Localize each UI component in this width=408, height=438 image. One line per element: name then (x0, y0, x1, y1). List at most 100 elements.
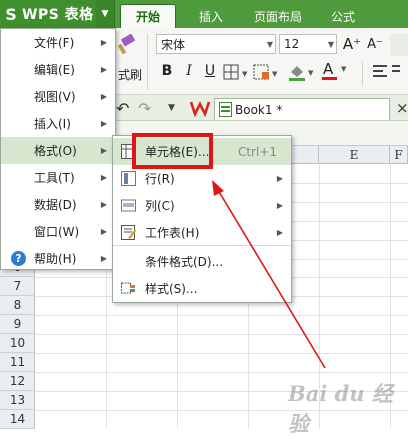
submenu-item-label: 工作表(H) (145, 225, 200, 240)
chevron-right-icon: ▶ (100, 119, 107, 128)
font-size-select[interactable]: 12 ▼ (279, 34, 337, 54)
chevron-right-icon: ▶ (100, 92, 107, 101)
wps-logo-icon: S (5, 4, 17, 24)
font-name-value: 宋体 (161, 37, 186, 52)
menu-item-view[interactable]: 视图(V) ▶ (1, 83, 115, 110)
customize-toolbar-icon[interactable]: ▼ (168, 103, 175, 113)
chevron-right-icon: ▶ (100, 65, 107, 74)
svg-text:▼: ▼ (272, 70, 278, 78)
menu-item-label: 数据(D) (34, 198, 77, 212)
tab-formulas[interactable]: 公式 (318, 4, 368, 28)
grid-line (35, 353, 408, 354)
chevron-right-icon: ▶ (276, 174, 283, 183)
menu-item-format[interactable]: 格式(O) ▶ (1, 137, 115, 164)
document-tab-label: Book1 * (235, 102, 283, 117)
submenu-item-column[interactable]: 列(C) ▶ (113, 192, 291, 219)
merge-cells-icon[interactable]: ▼ (253, 63, 281, 81)
app-title: WPS 表格 (22, 7, 94, 23)
submenu-item-style[interactable]: 样式(S)... (113, 275, 291, 302)
wps-w-logo-icon (189, 99, 211, 118)
menu-item-edit[interactable]: 编辑(E) ▶ (1, 56, 115, 83)
submenu-item-worksheet[interactable]: 工作表(H) ▶ (113, 219, 291, 246)
row-header[interactable]: 10 (0, 334, 35, 353)
font-color-icon[interactable]: A ▼ (320, 60, 350, 82)
column-icon (121, 198, 136, 213)
row-header-label: 8 (13, 298, 22, 313)
fill-color-icon[interactable]: ▼ (287, 62, 317, 82)
shrink-font-icon[interactable]: A⁻ (366, 35, 384, 53)
help-icon: ? (11, 251, 26, 266)
row-header-label: 13 (9, 392, 26, 407)
row-header[interactable]: 7 (0, 277, 35, 297)
tab-label: 开始 (135, 10, 160, 24)
tab-page-layout[interactable]: 页面布局 (243, 4, 313, 28)
document-tab[interactable]: Book1 * (214, 98, 390, 120)
highlight-box (132, 133, 213, 169)
tab-insert[interactable]: 插入 (185, 4, 237, 28)
tab-label: 公式 (330, 9, 355, 24)
close-icon[interactable]: × (396, 99, 408, 117)
row-header[interactable]: 12 (0, 372, 35, 391)
menu-item-label: 插入(I) (34, 117, 71, 131)
grow-font-icon[interactable]: A⁺ (343, 35, 361, 53)
redo-icon[interactable]: ↷ (138, 99, 154, 118)
row-header-label: 10 (9, 336, 26, 351)
menu-item-file[interactable]: 文件(F) ▶ (1, 29, 115, 56)
svg-text:▼: ▼ (242, 70, 248, 78)
chevron-right-icon: ▶ (100, 227, 107, 236)
menu-item-label: 视图(V) (34, 90, 76, 104)
row-header-label: 7 (13, 279, 22, 294)
bold-icon[interactable]: B (158, 62, 176, 80)
chevron-down-icon: ▼ (327, 39, 334, 49)
wps-menu-button[interactable]: S WPS 表格 ▼ (0, 0, 115, 28)
ribbon-divider (147, 34, 148, 90)
column-header-label: E (349, 148, 359, 162)
border-icon[interactable]: ▼ (223, 63, 251, 81)
chevron-down-icon: ▼ (266, 39, 273, 49)
grid-line (35, 334, 408, 336)
chevron-right-icon: ▶ (100, 146, 107, 155)
row-header-label: 14 (9, 411, 26, 426)
menu-item-help[interactable]: ? 帮助(H) ▶ (1, 245, 115, 272)
row-header-label: 12 (9, 373, 26, 388)
submenu-item-label: 列(C) (145, 199, 175, 213)
tab-home[interactable]: 开始 (120, 4, 176, 28)
row-icon (121, 171, 136, 186)
row-header[interactable]: 9 (0, 315, 35, 335)
tab-label: 插入 (198, 9, 223, 24)
ribbon-divider (362, 62, 363, 86)
align-left-icon[interactable] (370, 63, 402, 81)
submenu-item-row[interactable]: 行(R) ▶ (113, 165, 291, 192)
grid-line (35, 371, 408, 373)
row-header-label: 9 (13, 317, 22, 332)
submenu-item-label: 条件格式(D)... (145, 255, 224, 269)
format-brush-icon[interactable] (112, 33, 140, 58)
menu-item-label: 格式(O) (34, 144, 77, 158)
menu-item-label: 工具(T) (34, 171, 75, 185)
menu-item-data[interactable]: 数据(D) ▶ (1, 191, 115, 218)
triangle-down-icon: ▼ (96, 0, 114, 28)
column-header[interactable]: F (390, 146, 408, 164)
shortcut-label: Ctrl+1 (237, 144, 277, 159)
menu-item-tools[interactable]: 工具(T) ▶ (1, 164, 115, 191)
menu-item-label: 编辑(E) (34, 63, 75, 77)
row-header[interactable]: 11 (0, 353, 35, 372)
underline-icon[interactable]: U (201, 62, 219, 80)
row-header[interactable]: 8 (0, 296, 35, 316)
chevron-right-icon: ▶ (100, 38, 107, 47)
row-header[interactable]: 13 (0, 391, 35, 410)
format-brush-label[interactable]: 式刷 (118, 66, 142, 83)
font-name-select[interactable]: 宋体 ▼ (156, 34, 276, 54)
italic-icon[interactable]: I (180, 62, 198, 80)
chevron-right-icon: ▶ (276, 201, 283, 210)
row-header[interactable]: 14 (0, 410, 35, 429)
watermark: Bai du 经验 (288, 381, 393, 436)
submenu-item-conditional-format[interactable]: 条件格式(D)... (113, 248, 291, 275)
column-header[interactable]: E (319, 146, 390, 164)
font-color-letter: A (323, 60, 334, 78)
menu-item-window[interactable]: 窗口(W) ▶ (1, 218, 115, 245)
wps-main-menu: 文件(F) ▶ 编辑(E) ▶ 视图(V) ▶ 插入(I) ▶ 格式(O) ▶ 工具(T)… (0, 28, 116, 270)
menu-item-insert[interactable]: 插入(I) ▶ (1, 110, 115, 137)
chevron-right-icon: ▶ (100, 254, 107, 263)
undo-icon[interactable]: ↶ (116, 99, 132, 118)
